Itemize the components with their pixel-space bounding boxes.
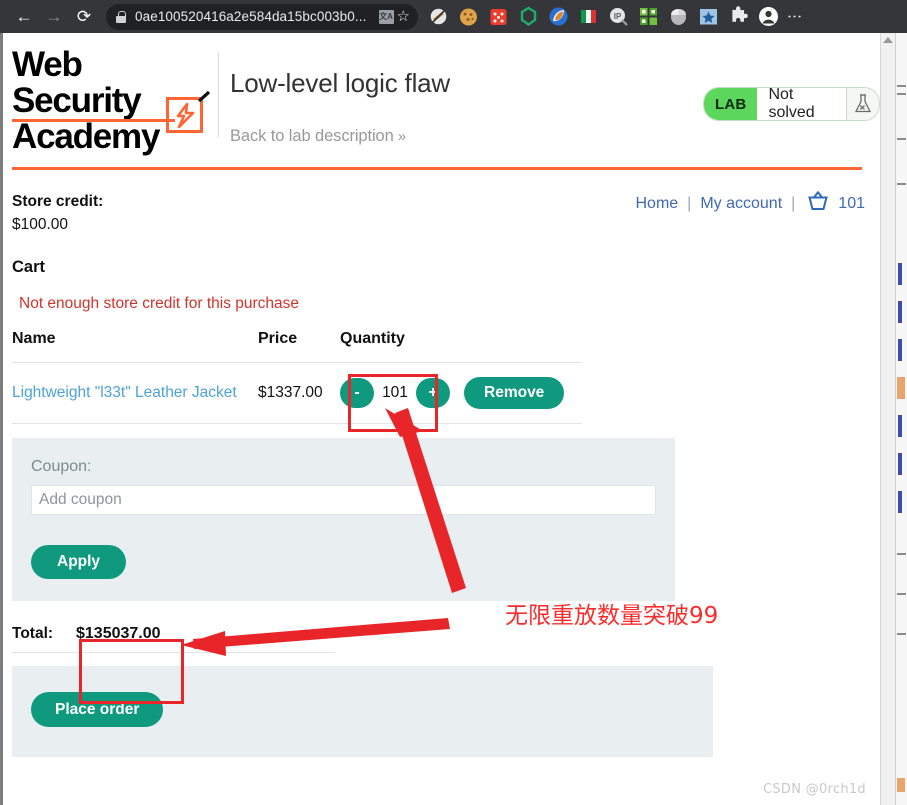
cart-heading: Cart (12, 258, 46, 276)
column-header-name: Name (12, 330, 258, 363)
status-badge: LAB Not solved (703, 87, 880, 121)
coupon-panel: Coupon: Apply (12, 438, 675, 601)
back-to-lab-description-link[interactable]: Back to lab description» (230, 127, 406, 146)
cart-table-header-row: Name Price Quantity (12, 330, 582, 363)
nav-separator-1: | (687, 194, 692, 212)
cart-item-quantity-cell: -101 + Remove (340, 362, 582, 424)
qr-code-extension-icon[interactable] (638, 6, 659, 27)
reload-icon[interactable]: ⟳ (69, 2, 99, 32)
cart-error-message: Not enough store credit for this purchas… (19, 295, 300, 312)
forward-arrow-icon[interactable]: → (39, 2, 69, 32)
star-bookmark-extension-icon[interactable] (698, 6, 719, 27)
flask-icon (847, 88, 879, 120)
top-navigation: Home | My account | 101 (635, 190, 865, 217)
nav-separator-2: | (791, 194, 796, 212)
scroll-up-arrow-icon[interactable] (883, 37, 893, 43)
column-header-quantity: Quantity (340, 330, 582, 363)
web-security-academy-logo[interactable]: Web Security Academy (12, 47, 217, 155)
logo-underline (12, 119, 175, 122)
ip-lookup-extension-icon[interactable]: IP (608, 6, 629, 27)
apply-coupon-button[interactable]: Apply (31, 545, 127, 579)
lab-status-text: Not solved (757, 88, 848, 120)
logo-tick-mark (197, 90, 212, 105)
academy-header: Web Security Academy Low-level logic fla… (3, 33, 880, 170)
remove-item-button[interactable]: Remove (464, 377, 565, 409)
star-icon[interactable]: ☆ (397, 9, 410, 24)
chevron-right-icon: » (397, 128, 406, 145)
address-bar[interactable]: 0ae100520416a2e584da15bc003b0... 文A ☆ (106, 3, 418, 30)
back-arrow-icon[interactable]: ← (9, 2, 39, 32)
kebab-menu-icon[interactable]: ⋮ (786, 9, 803, 24)
store-content: Store credit: $100.00 Home | My account … (3, 170, 880, 757)
no-script-extension-icon[interactable] (428, 6, 449, 27)
nav-link-home[interactable]: Home (635, 195, 678, 213)
product-link[interactable]: Lightweight "l33t" Leather Jacket (12, 384, 237, 401)
cart-item-name-cell: Lightweight "l33t" Leather Jacket (12, 362, 258, 424)
store-credit-block: Store credit: $100.00 Home | My account … (12, 170, 871, 237)
browser-toolbar: ← → ⟳ 0ae100520416a2e584da15bc003b0... 文… (0, 0, 907, 33)
profile-avatar-icon[interactable] (758, 6, 779, 27)
place-order-button[interactable]: Place order (31, 692, 164, 727)
translate-icon[interactable]: 文A (378, 9, 394, 24)
back-link-label: Back to lab description (230, 127, 394, 145)
italy-flag-extension-icon[interactable] (578, 6, 599, 27)
coupon-input[interactable] (31, 485, 656, 515)
cart-total-row: Total: $135037.00 (12, 625, 335, 653)
coupon-label: Coupon: (31, 458, 92, 475)
nav-link-my-account[interactable]: My account (700, 195, 782, 213)
offscreen-window-sliver (895, 33, 907, 805)
dice-extension-icon[interactable] (488, 6, 509, 27)
puzzle-extensions-icon[interactable] (728, 6, 749, 27)
hexagon-extension-icon[interactable] (518, 6, 539, 27)
total-value: $135037.00 (76, 625, 161, 642)
page-viewport: Web Security Academy Low-level logic fla… (0, 33, 880, 805)
basket-item-count: 101 (838, 194, 865, 212)
place-order-panel: Place order (12, 666, 713, 757)
cart-item-price: $1337.00 (258, 362, 340, 424)
total-label: Total: (12, 625, 54, 642)
quantity-decrease-button[interactable]: - (340, 378, 374, 408)
shopping-basket-icon[interactable] (806, 190, 830, 217)
page-scrollbar[interactable] (880, 33, 895, 805)
header-divider (218, 53, 219, 137)
quantity-value: 101 (382, 384, 408, 401)
lock-icon (116, 10, 126, 23)
quantity-increase-button[interactable]: + (416, 378, 450, 408)
svg-text:IP: IP (614, 12, 622, 21)
column-header-price: Price (258, 330, 340, 363)
watermark: CSDN @0rch1d (762, 782, 866, 797)
extensions-strip: IP (428, 6, 779, 27)
cart-table: Name Price Quantity Lightweight "l33t" L… (12, 330, 582, 424)
fox-extension-icon[interactable] (548, 6, 569, 27)
page-title: Low-level logic flaw (230, 68, 450, 98)
url-text: 0ae100520416a2e584da15bc003b0... (135, 9, 367, 24)
lab-badge-label: LAB (704, 88, 758, 120)
mouse-extension-icon[interactable] (668, 6, 689, 27)
table-row: Lightweight "l33t" Leather Jacket $1337.… (12, 362, 582, 424)
cookie-editor-extension-icon[interactable] (458, 6, 479, 27)
scrollbar-thumb[interactable] (882, 49, 894, 349)
